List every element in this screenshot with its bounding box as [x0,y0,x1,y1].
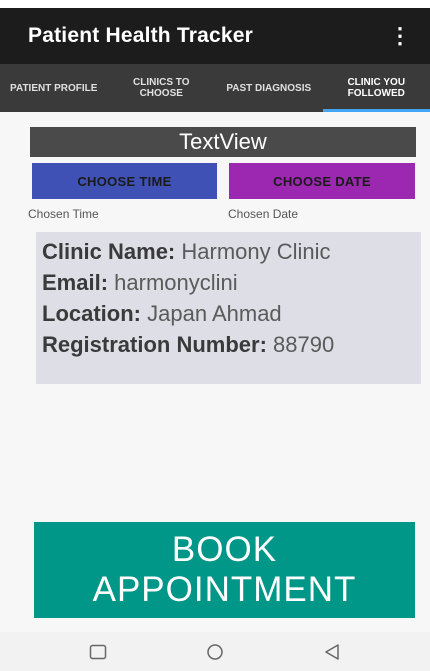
clinic-registration-value: 88790 [273,332,335,357]
home-icon[interactable] [195,637,235,667]
clinic-name-row: Clinic Name: Harmony Clinic [42,236,421,267]
book-appointment-button[interactable]: BOOK APPOINTMENT [34,522,415,618]
tab-clinic-you-followed[interactable]: CLINIC YOU FOLLOWED [322,64,430,112]
clinic-info-card: Clinic Name: Harmony Clinic Email: harmo… [36,232,421,384]
chosen-time-label: Chosen Time [28,207,99,221]
main-content: TextView CHOOSE TIME CHOOSE DATE Chosen … [0,112,430,632]
system-nav-bar [0,632,430,671]
recent-apps-icon[interactable] [78,637,118,667]
clinic-name-value: Harmony Clinic [181,239,331,264]
app-title: Patient Health Tracker [28,24,253,47]
clinic-location-label: Location: [42,301,141,326]
chosen-date-label: Chosen Date [228,207,299,221]
app-bar: Patient Health Tracker ⋮ [0,8,430,64]
book-appointment-line1: BOOK [171,530,278,569]
clinic-email-value: harmonyclini [114,270,238,295]
clinic-name-label: Clinic Name: [42,239,176,264]
tab-past-diagnosis[interactable]: PAST DIAGNOSIS [215,64,323,112]
clinic-registration-row: Registration Number: 88790 [42,329,421,360]
clinic-email-label: Email: [42,270,109,295]
clinic-email-row: Email: harmonyclini [42,267,421,298]
more-options-icon[interactable]: ⋮ [388,20,412,52]
choose-date-button[interactable]: CHOOSE DATE [229,163,415,199]
status-bar [0,0,430,8]
clinic-location-value: Japan Ahmad [147,301,282,326]
tab-bar: PATIENT PROFILE CLINICS TO CHOOSE PAST D… [0,64,430,112]
book-appointment-line2: APPOINTMENT [92,570,357,609]
back-icon[interactable] [312,637,352,667]
clinic-location-row: Location: Japan Ahmad [42,298,421,329]
tab-patient-profile[interactable]: PATIENT PROFILE [0,64,108,112]
choose-time-button[interactable]: CHOOSE TIME [32,163,217,199]
clinic-registration-label: Registration Number: [42,332,267,357]
tab-clinics-to-choose[interactable]: CLINICS TO CHOOSE [108,64,216,112]
textview-header: TextView [30,127,416,157]
